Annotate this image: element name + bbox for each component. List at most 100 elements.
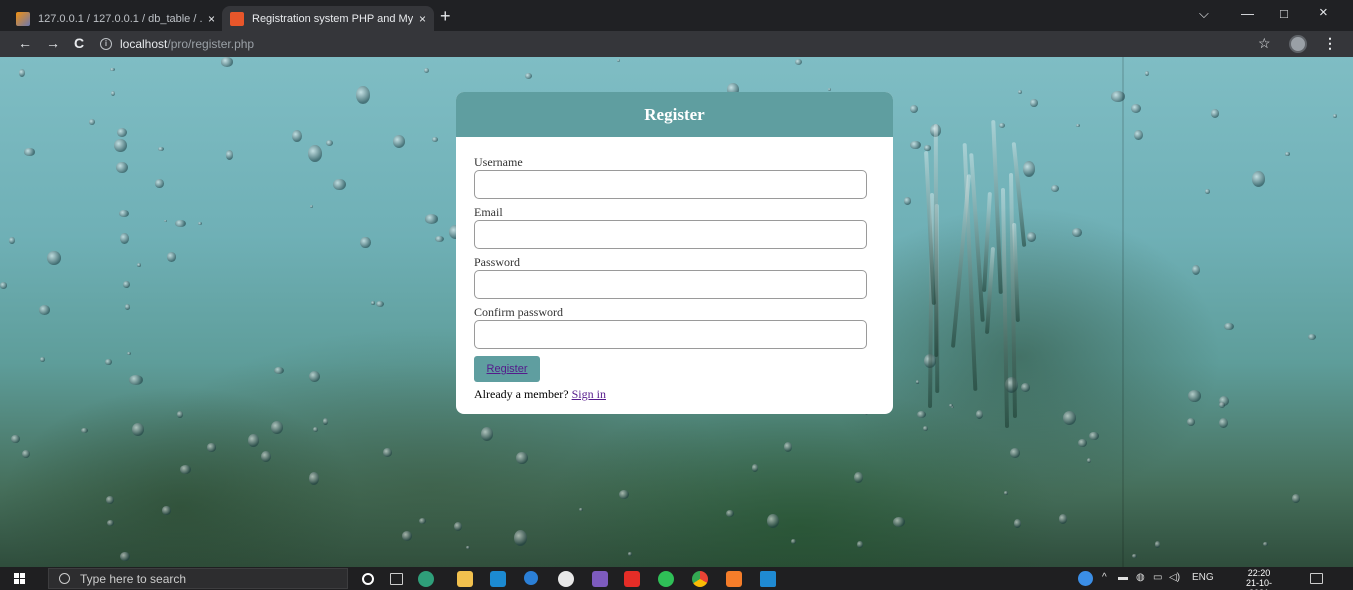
raindrop — [1131, 554, 1137, 558]
notifications-icon[interactable] — [1310, 573, 1323, 584]
volume-icon[interactable]: ◁) — [1169, 572, 1180, 583]
phpmyadmin-favicon-icon — [16, 11, 30, 26]
browser-menu-icon[interactable]: ⋮ — [1323, 35, 1337, 52]
site-info-icon[interactable]: i — [100, 38, 112, 50]
browser-tab-strip: 127.0.0.1 / 127.0.0.1 / db_table / ... ×… — [0, 0, 1353, 31]
raindrop — [1075, 124, 1080, 128]
github-icon[interactable] — [558, 571, 574, 587]
raindrop — [924, 145, 932, 151]
maximize-button[interactable]: □ — [1280, 6, 1288, 21]
edge-icon[interactable] — [418, 571, 434, 587]
raindrop — [273, 367, 285, 375]
raindrop — [89, 119, 96, 126]
bookmark-star-icon[interactable]: ☆ — [1258, 35, 1271, 52]
address-bar[interactable]: i localhost/pro/register.php — [96, 34, 1246, 54]
raindrop — [177, 411, 184, 418]
youtube-icon[interactable] — [624, 571, 640, 587]
chrome-icon[interactable] — [692, 571, 708, 587]
raindrop — [1205, 189, 1210, 195]
taskbar-search[interactable]: Type here to search — [48, 568, 348, 589]
mail-icon[interactable] — [490, 571, 506, 587]
taskbar-clock[interactable]: 22:20 21-10-2021 — [1236, 568, 1282, 590]
raindrop — [158, 146, 165, 152]
raindrop — [949, 403, 953, 408]
raindrop — [1134, 129, 1144, 141]
visual-studio-icon[interactable] — [592, 571, 608, 587]
raindrop — [81, 427, 89, 433]
minimize-button[interactable]: — — [1241, 6, 1254, 21]
raindrop — [47, 251, 61, 266]
raindrop — [751, 464, 759, 473]
signin-link[interactable]: Sign in — [572, 387, 606, 401]
forward-button[interactable]: → — [46, 36, 60, 50]
raindrop — [1223, 322, 1234, 331]
tab-registration[interactable]: Registration system PHP and My... × — [222, 6, 434, 31]
email-label: Email — [474, 205, 503, 219]
password-field[interactable] — [474, 270, 867, 299]
raindrop — [424, 214, 439, 224]
search-icon — [59, 573, 70, 584]
raindrop — [376, 301, 385, 308]
display-icon[interactable]: ▭ — [1153, 572, 1162, 583]
raindrop — [766, 513, 780, 528]
raindrop — [206, 443, 216, 452]
raindrop — [22, 450, 31, 459]
raindrop — [370, 301, 376, 305]
profile-avatar[interactable] — [1289, 35, 1307, 53]
tab-phpmyadmin[interactable]: 127.0.0.1 / 127.0.0.1 / db_table / ... × — [8, 6, 223, 31]
raindrop — [270, 421, 283, 434]
dropbox-icon[interactable] — [524, 571, 538, 585]
register-header: Register — [456, 92, 893, 137]
raindrop — [110, 67, 115, 71]
xampp-favicon-icon — [230, 11, 244, 26]
cortana-icon[interactable] — [362, 573, 374, 585]
help-icon[interactable] — [1078, 571, 1093, 586]
file-explorer-icon[interactable] — [457, 571, 473, 587]
raindrop — [1218, 402, 1225, 409]
task-view-icon[interactable] — [390, 573, 403, 585]
back-button[interactable]: ← — [18, 36, 32, 50]
register-card: Register Username Email Password Confirm… — [456, 92, 893, 414]
email-field[interactable] — [474, 220, 867, 249]
raindrop — [1018, 90, 1023, 95]
raindrop — [1087, 457, 1092, 464]
raindrop — [791, 539, 796, 545]
raindrop — [382, 447, 393, 457]
raindrop — [628, 552, 632, 556]
raindrop — [0, 282, 8, 289]
clock-date: 21-10-2021 — [1245, 578, 1272, 590]
battery-icon[interactable]: ▬ — [1118, 572, 1128, 583]
raindrop — [1186, 417, 1196, 427]
reload-button[interactable]: C — [74, 36, 84, 50]
windows-start-icon[interactable] — [14, 573, 26, 585]
raindrop — [480, 426, 494, 442]
new-tab-button[interactable]: + — [440, 7, 451, 25]
xampp-icon[interactable] — [726, 571, 742, 587]
register-form: Username Email Password Confirm password — [474, 154, 867, 354]
tab-close-icon[interactable]: × — [419, 12, 426, 26]
raindrop — [419, 518, 427, 525]
raindrop — [326, 140, 334, 147]
tab-close-icon[interactable]: × — [208, 12, 215, 26]
raindrop — [1191, 264, 1200, 276]
raindrop — [1009, 448, 1020, 458]
whatsapp-icon[interactable] — [658, 571, 674, 587]
raindrop — [105, 496, 114, 505]
tab-search-dropdown-icon[interactable]: ⌵ — [1199, 6, 1209, 22]
register-button[interactable]: Register — [474, 356, 540, 382]
show-hidden-icons-icon[interactable]: ^ — [1102, 572, 1107, 583]
language-indicator[interactable]: ENG — [1192, 572, 1214, 583]
close-window-button[interactable]: × — [1319, 4, 1328, 21]
vscode-icon[interactable] — [760, 571, 776, 587]
raindrop — [854, 471, 864, 484]
raindrop — [975, 409, 983, 419]
username-field[interactable] — [474, 170, 867, 199]
raindrop — [915, 380, 920, 384]
confirm-password-field[interactable] — [474, 320, 867, 349]
username-label: Username — [474, 155, 523, 169]
network-icon[interactable]: ◍ — [1136, 572, 1145, 583]
raindrop — [174, 219, 186, 228]
raindrop — [454, 522, 463, 532]
raindrop — [356, 85, 370, 104]
raindrop — [111, 91, 116, 96]
